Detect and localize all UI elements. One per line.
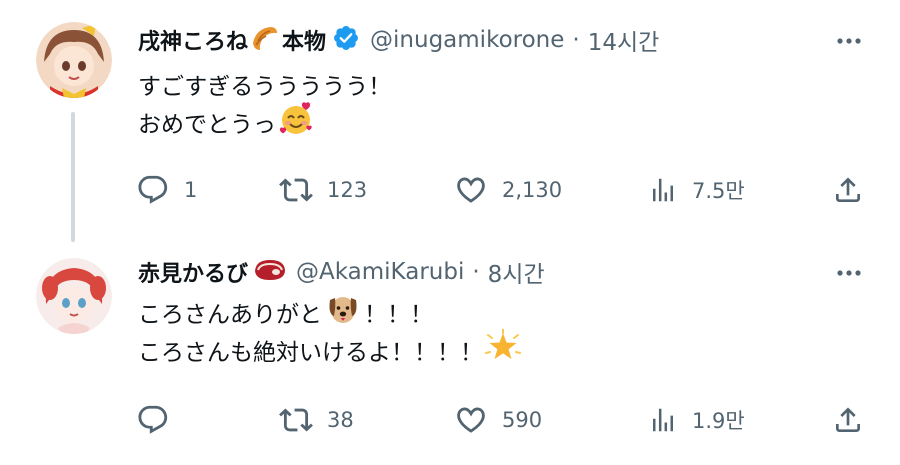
tweet-actions: 1 123 2,130 7.5만 — [136, 172, 864, 208]
views-count: 7.5만 — [692, 179, 745, 203]
retweet-button[interactable]: 123 — [279, 172, 367, 208]
user-handle[interactable]: @AkamiKarubi — [296, 259, 464, 285]
timestamp[interactable]: 14시간 — [588, 23, 660, 57]
views-button[interactable]: 7.5만 — [648, 172, 745, 208]
tweet-actions: 38 590 1.9만 — [136, 402, 864, 438]
display-name[interactable]: 戌神ころね — [138, 24, 248, 56]
tweet-text: すごすぎるううううう！ おめでとうっ — [138, 68, 391, 144]
tweet-karubi[interactable]: 赤見かるび @AkamiKarubi · 8시간 ころさんありがと ！！！ ころ… — [0, 240, 900, 465]
dog-face-icon — [326, 292, 360, 338]
views-button[interactable]: 1.9만 — [648, 402, 745, 438]
heart-icon — [457, 407, 485, 433]
verified-badge-icon — [332, 24, 360, 56]
retweet-count: 38 — [327, 408, 354, 432]
separator-dot: · — [572, 27, 580, 53]
more-options-icon[interactable] — [834, 26, 864, 56]
meat-icon — [252, 256, 288, 288]
user-handle[interactable]: @inugamikorone — [370, 27, 564, 53]
tweet-text-exclamations: ！！！ — [364, 302, 433, 328]
tweet-header: 戌神ころね 本物 @inugamikorone · 14시간 — [138, 20, 659, 60]
share-icon — [836, 177, 860, 202]
like-count: 590 — [502, 408, 543, 432]
views-chart-icon — [653, 178, 673, 202]
tweet-header: 赤見かるび @AkamiKarubi · 8시간 — [138, 252, 545, 292]
retweet-count: 123 — [327, 178, 368, 202]
avatar-karubi[interactable] — [36, 258, 112, 334]
timestamp[interactable]: 8시간 — [488, 255, 545, 289]
retweet-button[interactable]: 38 — [279, 402, 354, 438]
tweet-korone[interactable]: 戌神ころね 本物 @inugamikorone · 14시간 すごすぎるうううう… — [0, 0, 900, 242]
retweet-icon — [279, 178, 313, 202]
glowing-star-icon — [485, 328, 521, 377]
smiling-face-with-hearts-icon — [278, 101, 314, 149]
reply-button[interactable]: 1 — [136, 172, 197, 208]
reply-count: 1 — [184, 178, 198, 202]
share-button[interactable] — [832, 172, 864, 208]
croissant-icon — [250, 23, 280, 57]
avatar-korone[interactable] — [36, 22, 112, 98]
heart-icon — [457, 177, 485, 203]
reply-icon — [138, 405, 168, 434]
tweet-text-line: ころさんも絶対いけるよ！！！！ — [138, 340, 483, 366]
views-chart-icon — [653, 408, 673, 432]
like-button[interactable]: 2,130 — [454, 172, 562, 208]
retweet-icon — [279, 408, 313, 432]
like-count: 2,130 — [502, 178, 563, 202]
tweet-text-line: おめでとうっ — [138, 112, 276, 138]
reply-button[interactable] — [136, 402, 170, 438]
thread-connector-line — [71, 112, 75, 242]
share-button[interactable] — [832, 402, 864, 438]
display-name[interactable]: 赤見かるび — [138, 256, 248, 288]
share-icon — [836, 407, 860, 432]
tweet-text: ころさんありがと ！！！ ころさんも絶対いけるよ！！！！ — [138, 296, 521, 372]
tweet-text-line: ころさんありがと — [138, 302, 322, 328]
more-options-icon[interactable] — [834, 258, 864, 288]
separator-dot: · — [472, 259, 480, 285]
tweet-text-line: すごすぎるううううう！ — [138, 74, 392, 100]
like-button[interactable]: 590 — [454, 402, 542, 438]
views-count: 1.9만 — [692, 409, 745, 433]
display-name-suffix[interactable]: 本物 — [282, 24, 326, 56]
reply-icon — [138, 175, 168, 204]
